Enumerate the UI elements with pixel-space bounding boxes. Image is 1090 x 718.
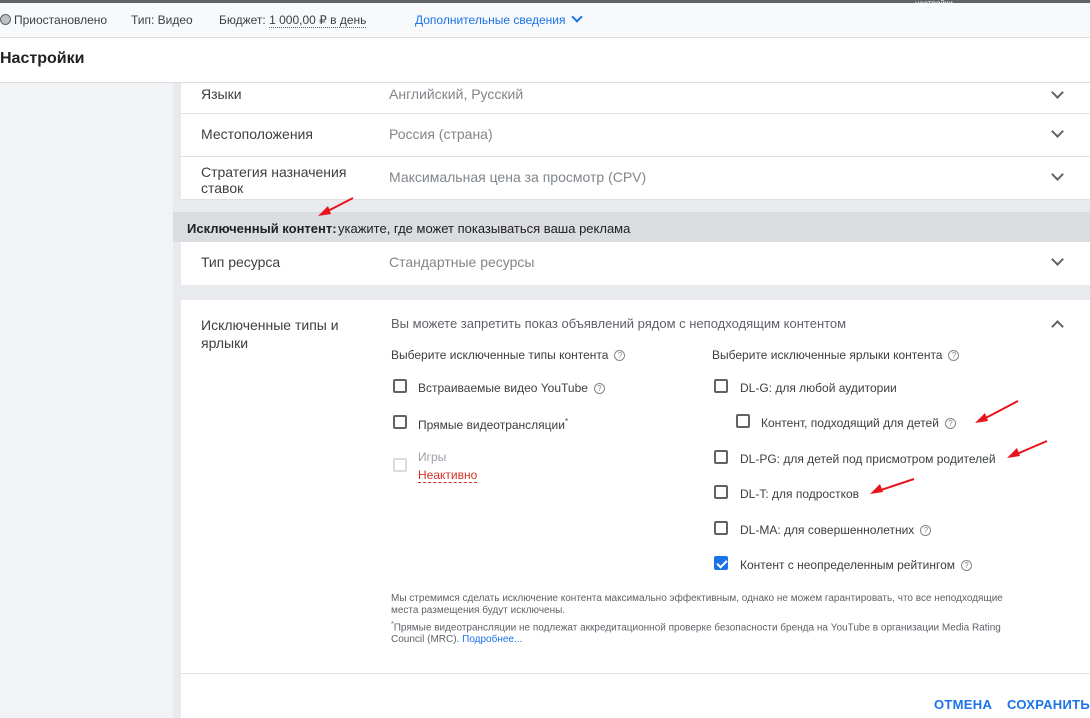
exclusions-card: Исключенные типы и ярлыки Вы можете запр… bbox=[181, 300, 1090, 718]
resource-type-card: Тип ресурса Стандартные ресурсы bbox=[181, 242, 1090, 285]
page-header: Настройки bbox=[0, 38, 1090, 83]
row-label: Языки bbox=[201, 86, 242, 102]
inactive-status[interactable]: Неактивно bbox=[418, 468, 478, 483]
option-label: Игры bbox=[418, 450, 447, 464]
option-label: Встраиваемые видео YouTube? bbox=[418, 381, 605, 395]
types-heading: Выберите исключенные типы контента? bbox=[391, 348, 626, 362]
budget: Бюджет: 1 000,00 ₽ в день bbox=[219, 13, 367, 28]
option-label: Контент, подходящий для детей? bbox=[761, 416, 956, 430]
option-label: DL-T: для подростков bbox=[740, 487, 860, 501]
status-indicator: Приостановлено bbox=[0, 13, 107, 27]
section-title: Исключенный контент: bbox=[187, 221, 337, 236]
settings-card: Языки Английский, Русский Местоположения… bbox=[181, 83, 1090, 200]
cancel-button[interactable]: ОТМЕНА bbox=[934, 697, 992, 712]
checkbox-dl-t[interactable] bbox=[714, 485, 728, 499]
row-value: Россия (страна) bbox=[389, 126, 493, 142]
left-gutter bbox=[0, 83, 173, 718]
help-icon[interactable]: ? bbox=[920, 525, 932, 536]
option-label: DL-G: для любой аудитории bbox=[740, 381, 897, 395]
checkbox-kids-content[interactable] bbox=[736, 414, 750, 428]
paused-status-icon bbox=[0, 14, 11, 25]
option-label: Контент с неопределенным рейтингом? bbox=[740, 558, 973, 572]
chevron-up-icon[interactable] bbox=[1051, 320, 1064, 333]
status-text: Приостановлено bbox=[14, 13, 108, 27]
settings-row-bidding[interactable]: Стратегия назначения ставок Максимальная… bbox=[181, 157, 1090, 200]
checkbox-dl-ma[interactable] bbox=[714, 521, 728, 535]
checkbox-embedded-youtube[interactable] bbox=[393, 379, 407, 393]
chevron-down-icon[interactable] bbox=[1051, 125, 1064, 138]
chevron-down-icon[interactable] bbox=[1051, 86, 1064, 99]
help-icon[interactable]: ? bbox=[614, 350, 626, 361]
more-details-link[interactable]: Дополнительные сведения bbox=[415, 11, 584, 27]
settings-content: Языки Английский, Русский Местоположения… bbox=[173, 83, 1090, 718]
checkbox-games bbox=[393, 458, 407, 472]
help-icon[interactable]: ? bbox=[944, 418, 956, 429]
option-label: DL-PG: для детей под присмотром родителе… bbox=[740, 452, 996, 466]
budget-value[interactable]: 1 000,00 ₽ в день bbox=[269, 13, 367, 28]
corner-label: настройки bbox=[915, 0, 953, 8]
save-button[interactable]: СОХРАНИТЬ bbox=[1007, 697, 1090, 712]
learn-more-link[interactable]: Подробнее... bbox=[462, 634, 522, 645]
checkbox-unrated-content[interactable] bbox=[714, 556, 728, 570]
help-icon[interactable]: ? bbox=[948, 350, 960, 361]
help-icon[interactable]: ? bbox=[593, 383, 605, 394]
row-value: Стандартные ресурсы bbox=[389, 254, 535, 270]
page-title: Настройки bbox=[0, 50, 85, 67]
checkbox-dl-pg[interactable] bbox=[714, 450, 728, 464]
divider bbox=[181, 673, 1090, 674]
exclusions-label: Исключенные типы и ярлыки bbox=[201, 317, 339, 351]
settings-row-locations[interactable]: Местоположения Россия (страна) bbox=[181, 114, 1090, 157]
row-value: Максимальная цена за просмотр (CPV) bbox=[389, 169, 647, 185]
checkbox-live-streams[interactable] bbox=[393, 415, 407, 429]
labels-heading: Выберите исключенные ярлыки контента? bbox=[712, 348, 960, 362]
help-icon[interactable]: ? bbox=[961, 560, 973, 571]
section-subtitle: укажите, где может показываться ваша рек… bbox=[338, 221, 631, 236]
mrc-note: *Прямые видеотрансляции не подлежат аккр… bbox=[391, 621, 1001, 646]
row-value: Английский, Русский bbox=[389, 86, 524, 102]
chevron-down-icon[interactable] bbox=[1051, 168, 1064, 181]
row-label: Стратегия назначения ставок bbox=[201, 164, 347, 196]
row-label: Тип ресурса bbox=[201, 254, 281, 270]
checkbox-dl-g[interactable] bbox=[714, 379, 728, 393]
chevron-down-icon bbox=[571, 11, 584, 23]
exclusions-description: Вы можете запретить показ объявлений ряд… bbox=[391, 316, 847, 331]
chevron-down-icon[interactable] bbox=[1051, 253, 1064, 266]
campaign-type: Тип: Видео bbox=[131, 13, 193, 27]
settings-row-languages[interactable]: Языки Английский, Русский bbox=[181, 83, 1090, 114]
option-label: Прямые видеотрансляции* bbox=[418, 417, 569, 432]
disclaimer-note: Мы стремимся сделать исключение контента… bbox=[391, 593, 1003, 616]
campaign-status-bar: настройки Приостановлено Тип: Видео Бюдж… bbox=[0, 0, 1090, 38]
excluded-content-header: Исключенный контент: укажите, где может … bbox=[173, 212, 1090, 242]
option-label: DL-MA: для совершеннолетних? bbox=[740, 523, 932, 537]
row-label: Местоположения bbox=[201, 126, 313, 142]
settings-row-resource-type[interactable]: Тип ресурса Стандартные ресурсы bbox=[181, 242, 1090, 284]
